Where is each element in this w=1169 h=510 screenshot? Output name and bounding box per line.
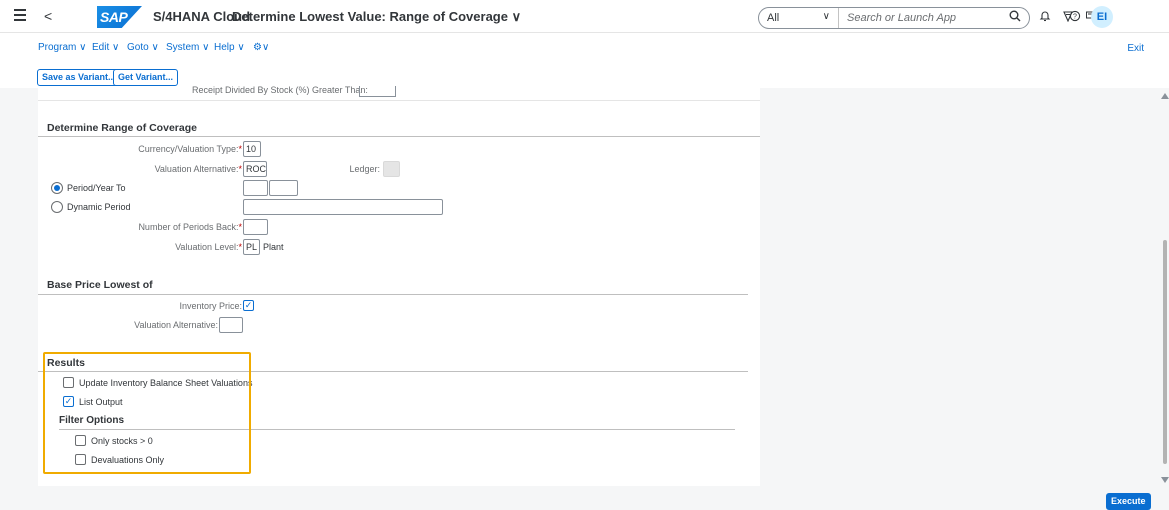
base-valuation-alternative-label: Valuation Alternative: xyxy=(134,320,218,330)
dynamic-period-label: Dynamic Period xyxy=(67,202,131,212)
dynamic-period-radio[interactable] xyxy=(51,201,63,213)
valuation-level-label-text: Valuation Level: xyxy=(175,242,239,252)
valuation-level-label: Valuation Level:* xyxy=(98,242,242,252)
base-valuation-alternative-input[interactable] xyxy=(219,317,243,333)
currency-valuation-type-input[interactable]: 10 xyxy=(243,141,261,157)
user-avatar[interactable]: EI xyxy=(1091,6,1113,28)
inventory-price-label: Inventory Price: xyxy=(179,301,242,311)
valuation-alt-label-text: Valuation Alternative: xyxy=(154,164,239,174)
year-input[interactable] xyxy=(269,180,298,196)
period-year-label: Period/Year To xyxy=(67,183,126,193)
search-bar[interactable]: All ∨ Search or Launch App xyxy=(758,7,1030,29)
menu-bar: Program ∨ Edit ∨ Goto ∨ System ∨ Help ∨ … xyxy=(0,33,1169,61)
get-variant-button[interactable]: Get Variant... xyxy=(113,69,179,86)
menu-goto[interactable]: Goto ∨ xyxy=(127,42,159,53)
settings-gear-icon[interactable]: ⚙∨ xyxy=(253,42,269,53)
svg-text:?: ? xyxy=(1073,13,1077,20)
save-as-variant-button[interactable]: Save as Variant... xyxy=(37,69,121,86)
sap-logo-text: SAP xyxy=(100,9,128,25)
ledger-input xyxy=(383,161,400,177)
menu-system[interactable]: System ∨ xyxy=(166,42,209,53)
required-mark: * xyxy=(238,242,242,252)
menu-program[interactable]: Program ∨ xyxy=(38,42,86,53)
search-icon[interactable] xyxy=(1009,10,1021,25)
ledger-label: Ledger: xyxy=(349,164,380,174)
required-mark: * xyxy=(238,222,242,232)
dynamic-period-input[interactable] xyxy=(243,199,443,215)
help-icon[interactable]: ? xyxy=(1066,7,1084,25)
sap-logo[interactable]: SAP xyxy=(97,6,142,28)
previous-section-cut: Receipt Divided By Stock (%) Greater Tha… xyxy=(38,85,760,101)
app-title[interactable]: Determine Lowest Value: Range of Coverag… xyxy=(232,9,521,25)
results-highlight-box xyxy=(43,352,251,474)
valuation-alternative-label: Valuation Alternative:* xyxy=(98,164,242,174)
currency-label-text: Currency/Valuation Type: xyxy=(138,144,239,154)
menu-help[interactable]: Help ∨ xyxy=(214,42,245,53)
scroll-down-icon[interactable] xyxy=(1161,477,1169,483)
divider xyxy=(38,136,760,137)
toolbar: Save as Variant... Get Variant... xyxy=(0,61,1169,88)
required-mark: * xyxy=(238,164,242,174)
currency-valuation-type-label: Currency/Valuation Type:* xyxy=(98,144,242,154)
search-scope-select[interactable]: All ∨ xyxy=(759,8,839,28)
search-scope-value: All xyxy=(767,12,780,24)
chevron-down-icon[interactable]: ∨ xyxy=(823,11,830,22)
valuation-alternative-input[interactable]: ROC xyxy=(243,161,267,177)
periods-back-label-text: Number of Periods Back: xyxy=(138,222,239,232)
valuation-level-input[interactable]: PL xyxy=(243,239,260,255)
search-input[interactable]: Search or Launch App xyxy=(839,8,1029,28)
notifications-bell-icon[interactable] xyxy=(1036,7,1054,25)
periods-back-input[interactable] xyxy=(243,219,268,235)
range-section-title: Determine Range of Coverage xyxy=(47,122,197,134)
receipt-stock-label: Receipt Divided By Stock (%) Greater Tha… xyxy=(192,85,368,95)
period-year-radio[interactable] xyxy=(51,182,63,194)
vertical-scrollbar[interactable] xyxy=(1160,88,1169,486)
required-mark: * xyxy=(238,144,242,154)
shell-bar: < SAP S/4HANA Cloud Determine Lowest Val… xyxy=(0,0,1169,33)
menu-edit[interactable]: Edit ∨ xyxy=(92,42,119,53)
periods-back-label: Number of Periods Back:* xyxy=(98,222,242,232)
execute-button[interactable]: Execute xyxy=(1106,493,1151,510)
valuation-level-text: Plant xyxy=(263,242,284,252)
period-input[interactable] xyxy=(243,180,268,196)
divider xyxy=(38,294,748,295)
exit-button[interactable]: Exit xyxy=(1127,43,1144,54)
chevron-down-icon[interactable]: ∨ xyxy=(512,9,522,24)
back-icon[interactable]: < xyxy=(44,8,52,24)
scroll-up-icon[interactable] xyxy=(1161,93,1169,99)
scrollbar-thumb[interactable] xyxy=(1163,240,1167,464)
inventory-price-checkbox[interactable]: ✓ xyxy=(243,300,254,311)
menu-hamburger-icon[interactable] xyxy=(14,9,26,21)
receipt-stock-input[interactable] xyxy=(359,86,396,97)
base-price-section-title: Base Price Lowest of xyxy=(47,279,153,291)
app-title-text: Determine Lowest Value: Range of Coverag… xyxy=(232,9,508,24)
